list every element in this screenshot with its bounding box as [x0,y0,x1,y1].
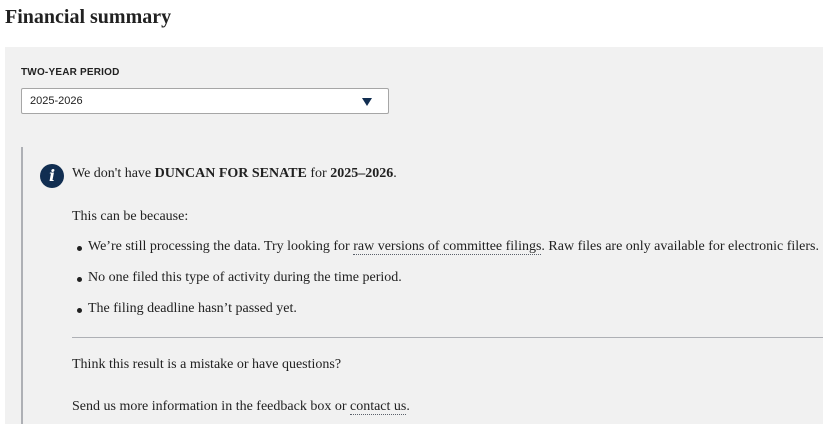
reasons-list: We’re still processing the data. Try loo… [72,239,819,332]
headline-period: 2025–2026 [330,166,394,181]
divider [72,337,823,338]
send-prefix: Send us more information in the feedback… [72,399,350,414]
reason-text: No one filed this type of activity durin… [88,270,402,285]
period-select[interactable]: 2025-2026 [21,88,389,114]
list-item: The filing deadline hasn’t passed yet. [72,301,819,332]
send-feedback-text: Send us more information in the feedback… [72,399,410,415]
info-icon: i [40,164,64,188]
financial-summary-panel: TWO-YEAR PERIOD 2025-2026 i We don't hav… [5,47,823,424]
chevron-down-icon [362,98,372,106]
raw-filings-link[interactable]: raw versions of committee filings [353,239,542,255]
page-title: Financial summary [5,6,172,28]
period-label: TWO-YEAR PERIOD [21,67,120,78]
because-text: This can be because: [72,209,189,224]
question-text: Think this result is a mistake or have q… [72,357,342,372]
message-headline: We don't have DUNCAN FOR SENATE for 2025… [72,166,397,182]
contact-us-link[interactable]: contact us [349,399,407,415]
headline-suffix: . [393,166,397,181]
headline-middle: for [306,166,331,181]
reason-text: The filing deadline hasn’t passed yet. [88,301,297,316]
list-item: We’re still processing the data. Try loo… [72,239,819,270]
list-item: No one filed this type of activity durin… [72,270,819,301]
no-data-message: i We don't have DUNCAN FOR SENATE for 20… [21,147,823,424]
reason-text: . Raw files are only available for elect… [541,239,819,254]
reason-text: We’re still processing the data. Try loo… [88,239,354,254]
committee-name: DUNCAN FOR SENATE [154,166,307,181]
period-select-value: 2025-2026 [30,95,83,107]
send-suffix: . [406,399,410,414]
headline-prefix: We don't have [72,166,155,181]
